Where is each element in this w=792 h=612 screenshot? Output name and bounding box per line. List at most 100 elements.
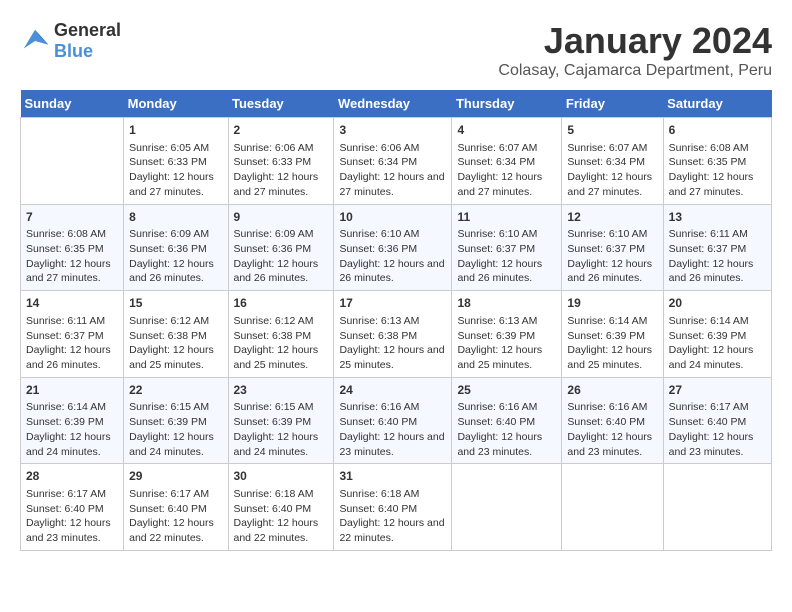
calendar-table: SundayMondayTuesdayWednesdayThursdayFrid…	[20, 90, 772, 551]
day-cell: 8Sunrise: 6:09 AMSunset: 6:36 PMDaylight…	[124, 204, 228, 291]
month-title: January 2024	[498, 20, 772, 62]
day-cell: 22Sunrise: 6:15 AMSunset: 6:39 PMDayligh…	[124, 377, 228, 464]
day-info: Sunrise: 6:18 AMSunset: 6:40 PMDaylight:…	[234, 487, 329, 546]
day-info: Sunrise: 6:17 AMSunset: 6:40 PMDaylight:…	[129, 487, 222, 546]
day-info: Sunrise: 6:06 AMSunset: 6:33 PMDaylight:…	[234, 141, 329, 200]
day-info: Sunrise: 6:16 AMSunset: 6:40 PMDaylight:…	[457, 400, 556, 459]
day-number: 3	[339, 122, 446, 139]
day-cell: 6 Sunrise: 6:08 AMSunset: 6:35 PMDaylight…	[663, 118, 771, 205]
day-cell: 18Sunrise: 6:13 AMSunset: 6:39 PMDayligh…	[452, 291, 562, 378]
day-info: Sunrise: 6:10 AMSunset: 6:37 PMDaylight:…	[567, 227, 657, 286]
day-info: Sunrise: 6:05 AMSunset: 6:33 PMDaylight:…	[129, 141, 222, 200]
logo-icon	[20, 26, 50, 56]
page-header: General Blue January 2024 Colasay, Cajam…	[20, 20, 772, 80]
day-info: Sunrise: 6:16 AMSunset: 6:40 PMDaylight:…	[567, 400, 657, 459]
day-number: 7	[26, 209, 118, 226]
logo: General Blue	[20, 20, 121, 62]
header-monday: Monday	[124, 90, 228, 118]
day-number: 2	[234, 122, 329, 139]
day-cell: 19 Sunrise: 6:14 AMSunset: 6:39 PMDayligh…	[562, 291, 663, 378]
day-number: 1	[129, 122, 222, 139]
day-number: 26	[567, 382, 657, 399]
week-row-4: 21Sunrise: 6:14 AMSunset: 6:39 PMDayligh…	[21, 377, 772, 464]
day-cell: 17 Sunrise: 6:13 AMSunset: 6:38 PMDayligh…	[334, 291, 452, 378]
day-cell: 3Sunrise: 6:06 AMSunset: 6:34 PMDaylight…	[334, 118, 452, 205]
header-friday: Friday	[562, 90, 663, 118]
day-number: 4	[457, 122, 556, 139]
day-cell: 25Sunrise: 6:16 AMSunset: 6:40 PMDayligh…	[452, 377, 562, 464]
day-number: 16	[234, 295, 329, 312]
day-cell: 11Sunrise: 6:10 AMSunset: 6:37 PMDayligh…	[452, 204, 562, 291]
day-info: Sunrise: 6:14 AMSunset: 6:39 PMDaylight:…	[567, 314, 657, 373]
header-thursday: Thursday	[452, 90, 562, 118]
day-number: 12	[567, 209, 657, 226]
day-info: Sunrise: 6:13 AMSunset: 6:38 PMDaylight:…	[339, 314, 446, 373]
header-saturday: Saturday	[663, 90, 771, 118]
day-info: Sunrise: 6:12 AMSunset: 6:38 PMDaylight:…	[129, 314, 222, 373]
day-info: Sunrise: 6:08 AMSunset: 6:35 PMDaylight:…	[26, 227, 118, 286]
day-number: 31	[339, 468, 446, 485]
day-cell: 23Sunrise: 6:15 AMSunset: 6:39 PMDayligh…	[228, 377, 334, 464]
day-info: Sunrise: 6:07 AMSunset: 6:34 PMDaylight:…	[567, 141, 657, 200]
day-info: Sunrise: 6:16 AMSunset: 6:40 PMDaylight:…	[339, 400, 446, 459]
day-cell: 9Sunrise: 6:09 AMSunset: 6:36 PMDaylight…	[228, 204, 334, 291]
day-cell: 27Sunrise: 6:17 AMSunset: 6:40 PMDayligh…	[663, 377, 771, 464]
day-cell	[562, 464, 663, 551]
logo-general: General	[54, 20, 121, 40]
day-cell	[452, 464, 562, 551]
day-number: 6	[669, 122, 766, 139]
day-info: Sunrise: 6:09 AMSunset: 6:36 PMDaylight:…	[129, 227, 222, 286]
day-number: 19	[567, 295, 657, 312]
day-info: Sunrise: 6:07 AMSunset: 6:34 PMDaylight:…	[457, 141, 556, 200]
day-info: Sunrise: 6:08 AMSunset: 6:35 PMDaylight:…	[669, 141, 766, 200]
location-title: Colasay, Cajamarca Department, Peru	[498, 62, 772, 80]
day-number: 23	[234, 382, 329, 399]
day-number: 29	[129, 468, 222, 485]
day-number: 21	[26, 382, 118, 399]
day-cell: 4 Sunrise: 6:07 AMSunset: 6:34 PMDaylight…	[452, 118, 562, 205]
day-number: 17	[339, 295, 446, 312]
day-info: Sunrise: 6:11 AMSunset: 6:37 PMDaylight:…	[26, 314, 118, 373]
day-number: 20	[669, 295, 766, 312]
day-cell: 12Sunrise: 6:10 AMSunset: 6:37 PMDayligh…	[562, 204, 663, 291]
day-number: 8	[129, 209, 222, 226]
day-info: Sunrise: 6:15 AMSunset: 6:39 PMDaylight:…	[129, 400, 222, 459]
day-info: Sunrise: 6:15 AMSunset: 6:39 PMDaylight:…	[234, 400, 329, 459]
day-number: 5	[567, 122, 657, 139]
day-number: 27	[669, 382, 766, 399]
day-number: 13	[669, 209, 766, 226]
day-info: Sunrise: 6:11 AMSunset: 6:37 PMDaylight:…	[669, 227, 766, 286]
day-info: Sunrise: 6:09 AMSunset: 6:36 PMDaylight:…	[234, 227, 329, 286]
day-info: Sunrise: 6:17 AMSunset: 6:40 PMDaylight:…	[669, 400, 766, 459]
day-cell: 29 Sunrise: 6:17 AMSunset: 6:40 PMDayligh…	[124, 464, 228, 551]
day-cell: 13Sunrise: 6:11 AMSunset: 6:37 PMDayligh…	[663, 204, 771, 291]
day-cell: 24Sunrise: 6:16 AMSunset: 6:40 PMDayligh…	[334, 377, 452, 464]
logo-text: General Blue	[54, 20, 121, 62]
day-number: 15	[129, 295, 222, 312]
day-number: 14	[26, 295, 118, 312]
day-cell: 30Sunrise: 6:18 AMSunset: 6:40 PMDayligh…	[228, 464, 334, 551]
week-row-1: 1 Sunrise: 6:05 AMSunset: 6:33 PMDaylight…	[21, 118, 772, 205]
header-wednesday: Wednesday	[334, 90, 452, 118]
day-info: Sunrise: 6:12 AMSunset: 6:38 PMDaylight:…	[234, 314, 329, 373]
day-number: 10	[339, 209, 446, 226]
day-cell	[663, 464, 771, 551]
day-number: 28	[26, 468, 118, 485]
day-info: Sunrise: 6:17 AMSunset: 6:40 PMDaylight:…	[26, 487, 118, 546]
day-number: 25	[457, 382, 556, 399]
calendar-header-row: SundayMondayTuesdayWednesdayThursdayFrid…	[21, 90, 772, 118]
header-tuesday: Tuesday	[228, 90, 334, 118]
day-cell: 21Sunrise: 6:14 AMSunset: 6:39 PMDayligh…	[21, 377, 124, 464]
header-sunday: Sunday	[21, 90, 124, 118]
day-info: Sunrise: 6:10 AMSunset: 6:36 PMDaylight:…	[339, 227, 446, 286]
day-number: 22	[129, 382, 222, 399]
day-cell: 26Sunrise: 6:16 AMSunset: 6:40 PMDayligh…	[562, 377, 663, 464]
week-row-5: 28 Sunrise: 6:17 AMSunset: 6:40 PMDayligh…	[21, 464, 772, 551]
day-number: 11	[457, 209, 556, 226]
day-number: 24	[339, 382, 446, 399]
title-section: January 2024 Colasay, Cajamarca Departme…	[498, 20, 772, 80]
day-cell	[21, 118, 124, 205]
day-info: Sunrise: 6:13 AMSunset: 6:39 PMDaylight:…	[457, 314, 556, 373]
day-cell: 31Sunrise: 6:18 AMSunset: 6:40 PMDayligh…	[334, 464, 452, 551]
day-info: Sunrise: 6:14 AMSunset: 6:39 PMDaylight:…	[26, 400, 118, 459]
